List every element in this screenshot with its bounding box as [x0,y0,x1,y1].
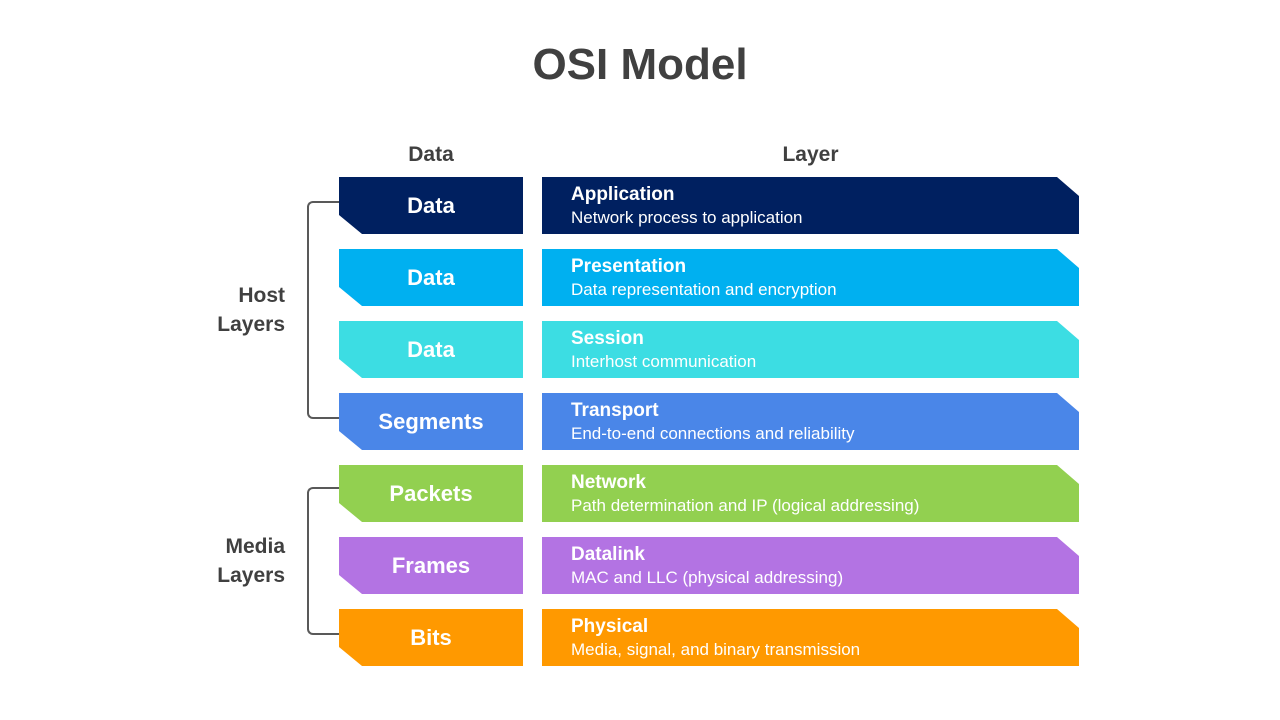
data-unit-box: Data [339,249,523,306]
data-unit-box: Packets [339,465,523,522]
layer-box: Session Interhost communication [542,321,1079,378]
layer-description: End-to-end connections and reliability [571,424,855,443]
layer-name: Network [571,472,646,493]
data-column-header: Data [408,143,454,166]
layer-box: Presentation Data representation and encr… [542,249,1079,306]
layer-description: Data representation and encryption [571,280,837,299]
data-unit-box: Data [339,177,523,234]
media-layers-label-line1: Media [225,535,285,558]
media-layers-bracket [307,487,341,635]
layer-description: Path determination and IP (logical addre… [571,496,920,515]
data-unit-box: Data [339,321,523,378]
layer-box: Datalink MAC and LLC (physical addressing… [542,537,1079,594]
page-title: OSI Model [532,40,748,89]
layer-name: Datalink [571,544,645,565]
media-layers-label: Media Layers [190,532,285,590]
layer-name: Transport [571,400,659,421]
layer-box: Application Network process to applicatio… [542,177,1079,234]
layer-description: Network process to application [571,208,803,227]
host-layers-label-line2: Layers [217,313,285,336]
host-layers-bracket [307,201,341,419]
data-unit-box: Frames [339,537,523,594]
layer-name: Presentation [571,256,687,277]
data-unit-box: Segments [339,393,523,450]
host-layers-label-line1: Host [238,284,285,307]
layer-name: Physical [571,616,649,637]
layer-box: Network Path determination and IP (logica… [542,465,1079,522]
layer-description: Interhost communication [571,352,757,371]
media-layers-label-line2: Layers [217,564,285,587]
layer-name: Application [571,184,675,205]
host-layers-label: Host Layers [190,281,285,339]
data-unit-box: Bits [339,609,523,666]
layer-column-header: Layer [782,143,839,166]
layer-description: MAC and LLC (physical addressing) [571,568,844,587]
layer-box: Physical Media, signal, and binary transm… [542,609,1079,666]
layer-description: Media, signal, and binary transmission [571,640,861,659]
layer-name: Session [571,328,644,349]
layer-box: Transport End-to-end connections and reli… [542,393,1079,450]
